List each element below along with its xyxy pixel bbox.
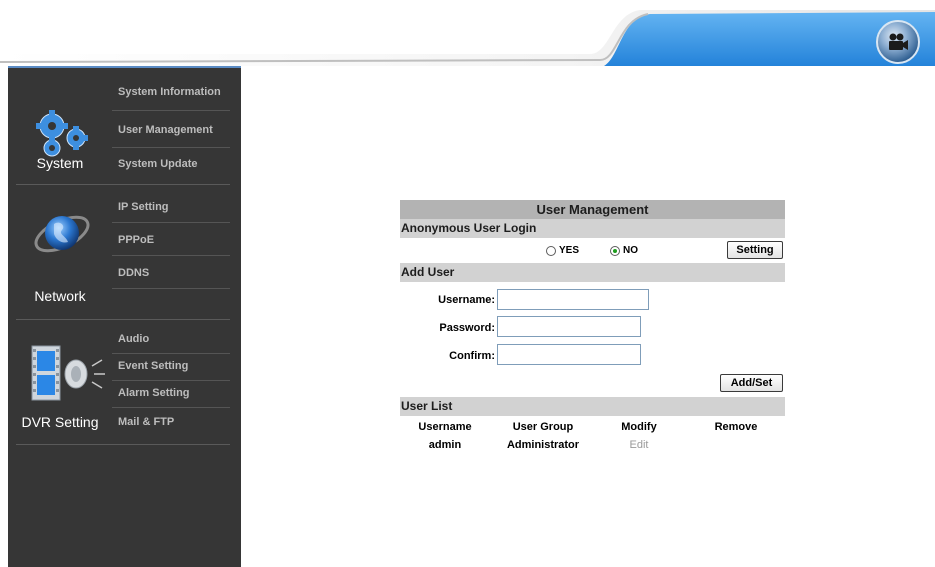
add-set-button[interactable]: Add/Set: [720, 374, 783, 392]
column-header-remove: Remove: [714, 421, 758, 433]
password-input[interactable]: [497, 316, 641, 337]
anonymous-yes-label: YES: [559, 245, 580, 256]
divider: [112, 407, 230, 408]
column-header-user-group: User Group: [512, 421, 574, 433]
menu-alarm-setting[interactable]: Alarm Setting: [118, 387, 230, 399]
gears-icon: [36, 110, 88, 157]
anonymous-login-row: YES NO Setting: [400, 238, 785, 263]
section-divider: [16, 184, 230, 185]
live-view-button[interactable]: [876, 20, 920, 64]
user-list-heading: User List: [400, 397, 785, 416]
column-header-username: Username: [418, 421, 472, 433]
banner-graphic: [0, 0, 935, 70]
sidebar-label-network[interactable]: Network: [8, 288, 112, 304]
menu-audio[interactable]: Audio: [118, 333, 230, 345]
divider: [112, 288, 230, 289]
password-label: Password:: [439, 322, 495, 334]
username-input[interactable]: [497, 289, 649, 310]
edit-user-link[interactable]: Edit: [605, 439, 673, 451]
menu-pppoe[interactable]: PPPoE: [118, 234, 230, 246]
add-user-heading: Add User: [400, 263, 785, 282]
anonymous-no-label: NO: [623, 245, 638, 256]
user-list-table: Username User Group Modify Remove admin …: [400, 416, 785, 456]
film-speaker-icon: [31, 345, 105, 401]
divider: [112, 255, 230, 256]
divider: [112, 222, 230, 223]
sidebar-label-system[interactable]: System: [8, 155, 112, 171]
confirm-label: Confirm:: [449, 350, 495, 362]
anonymous-login-heading: Anonymous User Login: [400, 219, 785, 238]
page-title: User Management: [400, 200, 785, 219]
menu-user-management[interactable]: User Management: [118, 124, 230, 136]
top-banner: [0, 0, 935, 70]
section-divider: [16, 444, 230, 445]
radio-checked-icon: [610, 245, 620, 256]
divider: [112, 380, 230, 381]
menu-ip-setting[interactable]: IP Setting: [118, 201, 230, 213]
divider: [112, 147, 230, 148]
sidebar-section-network: Network IP Setting PPPoE DDNS: [8, 186, 241, 320]
anonymous-yes-radio[interactable]: YES: [546, 245, 579, 256]
menu-ddns[interactable]: DDNS: [118, 267, 230, 279]
sidebar-section-dvr-setting: DVR Setting Audio Event Setting Alarm Se…: [8, 320, 241, 448]
globe-icon: [34, 215, 90, 253]
divider: [112, 353, 230, 354]
video-camera-icon: [889, 33, 908, 50]
user-row-group: Administrator: [506, 439, 580, 451]
menu-mail-ftp[interactable]: Mail & FTP: [118, 416, 230, 428]
menu-event-setting[interactable]: Event Setting: [118, 360, 230, 372]
column-header-modify: Modify: [621, 421, 657, 433]
menu-system-update[interactable]: System Update: [118, 158, 230, 170]
user-management-panel: User Management Anonymous User Login YES…: [400, 200, 785, 456]
add-user-form: Username: Password: Confirm: Add/Set: [400, 282, 785, 397]
user-row-username: admin: [428, 439, 462, 451]
username-label: Username:: [438, 294, 495, 306]
confirm-password-input[interactable]: [497, 344, 641, 365]
radio-unchecked-icon: [546, 245, 556, 256]
sidebar-section-system: System System Information User Managemen…: [8, 68, 241, 186]
anonymous-no-radio[interactable]: NO: [610, 245, 638, 256]
sidebar: System System Information User Managemen…: [8, 66, 241, 567]
divider: [112, 110, 230, 111]
setting-button[interactable]: Setting: [727, 241, 783, 259]
sidebar-label-dvr-setting[interactable]: DVR Setting: [8, 414, 112, 430]
menu-system-information[interactable]: System Information: [118, 86, 230, 98]
